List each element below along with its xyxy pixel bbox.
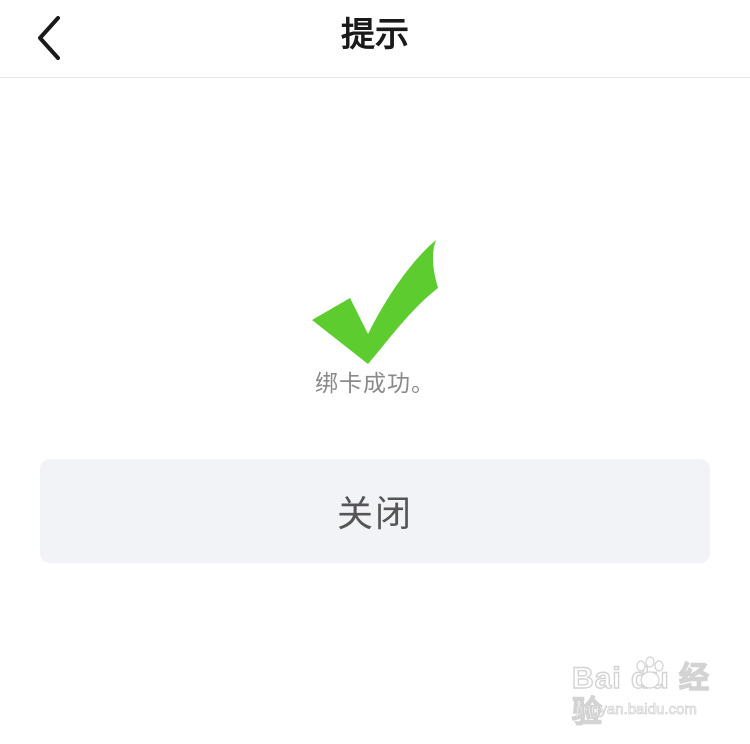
checkmark-icon [306, 238, 444, 368]
paw-icon [636, 656, 664, 689]
navbar: 提示 [0, 0, 750, 78]
watermark: Bai du 经验 jingyan.baidu.com [571, 656, 722, 730]
watermark-url: jingyan.baidu.com [576, 701, 698, 719]
result-message: 绑卡成功。 [315, 371, 435, 397]
close-button[interactable]: 关闭 [40, 459, 710, 563]
page-title: 提示 [341, 15, 409, 55]
page: 提示 绑卡成功。 关闭 Bai du 经验 jingyan.baidu.com [0, 0, 750, 744]
